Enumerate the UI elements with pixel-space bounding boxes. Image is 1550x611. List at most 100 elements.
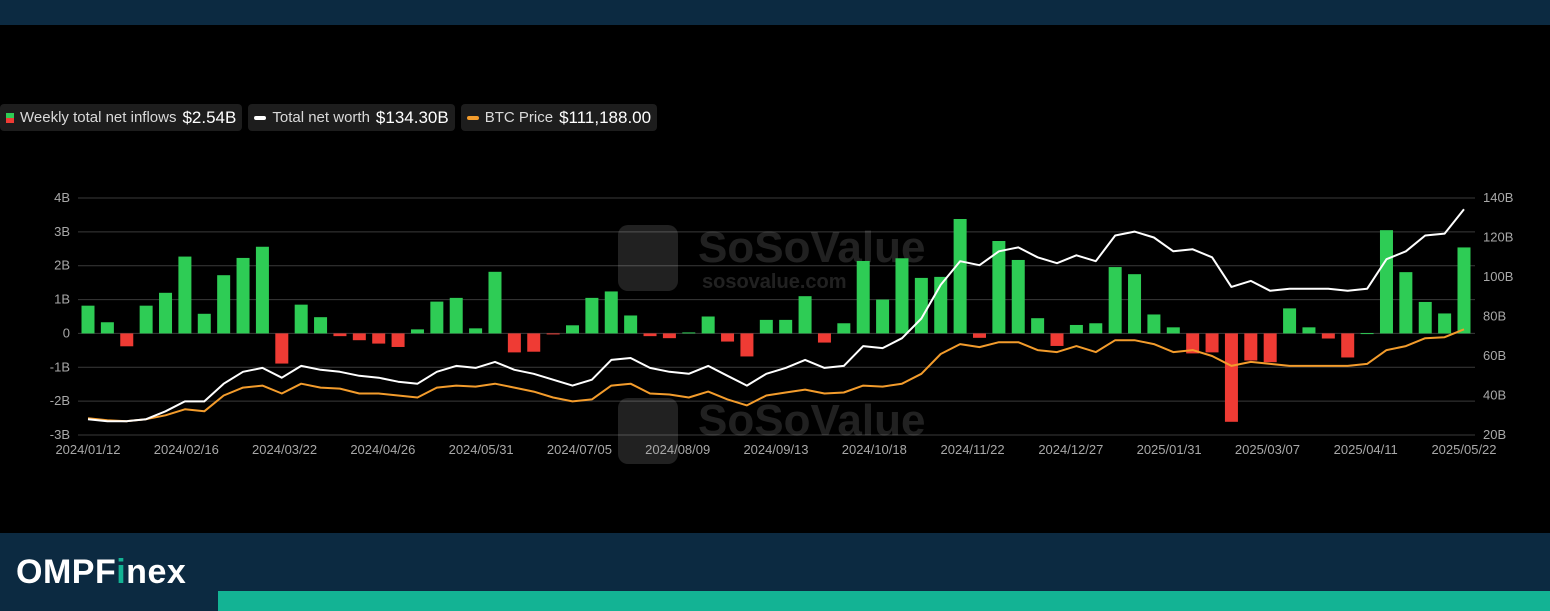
right-tick-label: 60B: [1483, 348, 1506, 363]
top-band: [0, 0, 1550, 25]
inflow-bar: [1011, 259, 1025, 334]
inflow-bar: [100, 322, 114, 334]
right-tick-label: 140B: [1483, 190, 1513, 205]
left-tick-label: 0: [63, 325, 70, 340]
legend-btc-label: BTC Price: [484, 109, 554, 126]
inflow-bar: [81, 305, 95, 334]
inflow-bar: [391, 333, 405, 347]
inflow-bar: [643, 333, 657, 337]
inflow-bar: [856, 260, 870, 334]
legend-networth[interactable]: Total net worth $134.30B: [248, 104, 455, 131]
inflow-bar: [1263, 333, 1277, 363]
inflow-bar: [1128, 274, 1142, 334]
x-tick-label: 2024/10/18: [842, 442, 907, 457]
x-tick-label: 2024/07/05: [547, 442, 612, 457]
inflow-bar: [721, 333, 735, 342]
inflow-bar: [585, 297, 599, 334]
legend-inflows[interactable]: Weekly total net inflows $2.54B: [0, 104, 243, 131]
inflow-bar: [255, 246, 269, 334]
inflow-bar: [1069, 324, 1083, 334]
inflow-bar: [1341, 333, 1355, 358]
x-tick-label: 2024/08/09: [645, 442, 710, 457]
brand-logo: OMPFinex: [16, 553, 186, 592]
inflow-bar: [294, 304, 308, 334]
watermark-brand-2: SoSoValue: [698, 396, 925, 445]
networth-swatch-icon: [254, 115, 267, 120]
left-tick-label: -1B: [50, 359, 70, 374]
inflow-bar: [372, 333, 386, 344]
inflow-bar: [604, 291, 618, 334]
brand-suffix: nex: [126, 553, 187, 591]
inflow-bar: [1283, 308, 1297, 334]
x-tick-label: 2025/04/11: [1334, 442, 1398, 457]
legend-btc[interactable]: BTC Price $111,188.00: [460, 104, 658, 131]
inflow-bar: [817, 333, 831, 343]
inflows-swatch-icon: [6, 112, 14, 123]
inflow-bar: [178, 256, 192, 334]
right-tick-label: 100B: [1483, 269, 1513, 284]
watermark-group: SoSoValue sosovalue.com SoSoValue: [618, 223, 925, 464]
inflow-bar: [1399, 272, 1413, 334]
inflow-bar: [197, 313, 211, 334]
inflow-bar: [566, 325, 580, 334]
inflow-bar: [1457, 247, 1471, 334]
inflow-bar: [469, 328, 483, 334]
inflow-bar: [352, 333, 366, 341]
inflow-bar: [1244, 333, 1258, 361]
inflow-bar: [159, 292, 173, 334]
inflow-bar: [275, 333, 289, 364]
inflow-bar: [333, 333, 347, 337]
x-tick-label: 2024/04/26: [350, 442, 415, 457]
legend-inflows-value: $2.54B: [182, 107, 237, 127]
x-tick-label: 2025/05/22: [1431, 442, 1496, 457]
x-tick-label: 2024/03/22: [252, 442, 317, 457]
inflow-bar: [1050, 333, 1064, 346]
left-tick-label: 2B: [54, 258, 70, 273]
inflow-bar: [798, 296, 812, 334]
inflow-bar: [972, 333, 986, 338]
x-tick-label: 2024/01/12: [55, 442, 120, 457]
inflow-bar: [1224, 333, 1238, 422]
left-tick-label: -3B: [50, 427, 70, 442]
inflow-bar: [779, 319, 793, 334]
legend-inflows-label: Weekly total net inflows: [20, 109, 177, 126]
inflow-bar: [624, 315, 638, 334]
legend-btc-value: $111,188.00: [559, 107, 652, 127]
inflow-bar: [953, 218, 967, 334]
left-tick-label: 4B: [54, 190, 70, 205]
right-tick-label: 40B: [1483, 388, 1506, 403]
inflow-bar: [682, 332, 696, 334]
left-tick-label: 3B: [54, 224, 70, 239]
watermark-url: sosovalue.com: [702, 271, 847, 293]
inflow-bar: [701, 316, 715, 334]
legend-networth-label: Total net worth: [272, 109, 370, 126]
left-tick-label: -2B: [50, 393, 70, 408]
inflow-bar: [837, 323, 851, 334]
etf-flow-chart: SoSoValue sosovalue.com SoSoValue 4B 3B 2B…: [50, 190, 1513, 464]
inflow-bar: [1438, 313, 1452, 334]
watermark-brand: SoSoValue: [698, 223, 925, 272]
x-axis-ticks: 2024/01/12 2024/02/16 2024/03/22 2024/04/26…: [55, 442, 1496, 457]
brand-accent: i: [116, 553, 127, 591]
inflow-bar: [1379, 230, 1393, 334]
inflow-bar: [120, 333, 134, 347]
x-tick-label: 2024/05/31: [449, 442, 514, 457]
x-tick-label: 2024/12/27: [1038, 442, 1103, 457]
inflow-bar: [914, 277, 928, 334]
inflow-bar: [876, 299, 890, 334]
inflow-bar: [1321, 333, 1335, 339]
inflow-bar: [1302, 327, 1316, 334]
inflow-bar: [1108, 267, 1122, 334]
inflow-bar: [1205, 333, 1219, 353]
inflow-bar: [759, 319, 773, 334]
right-axis-ticks: 140B 120B 100B 80B 60B 40B 20B: [1483, 190, 1513, 442]
legend-networth-value: $134.30B: [375, 107, 449, 127]
right-tick-label: 120B: [1483, 230, 1513, 245]
inflow-bar: [546, 333, 560, 335]
x-tick-label: 2025/01/31: [1137, 442, 1202, 457]
inflow-bar: [410, 329, 424, 334]
inflow-bar: [449, 297, 463, 334]
x-tick-label: 2024/02/16: [154, 442, 219, 457]
inflow-bar: [740, 333, 754, 357]
btc-swatch-icon: [466, 115, 479, 120]
